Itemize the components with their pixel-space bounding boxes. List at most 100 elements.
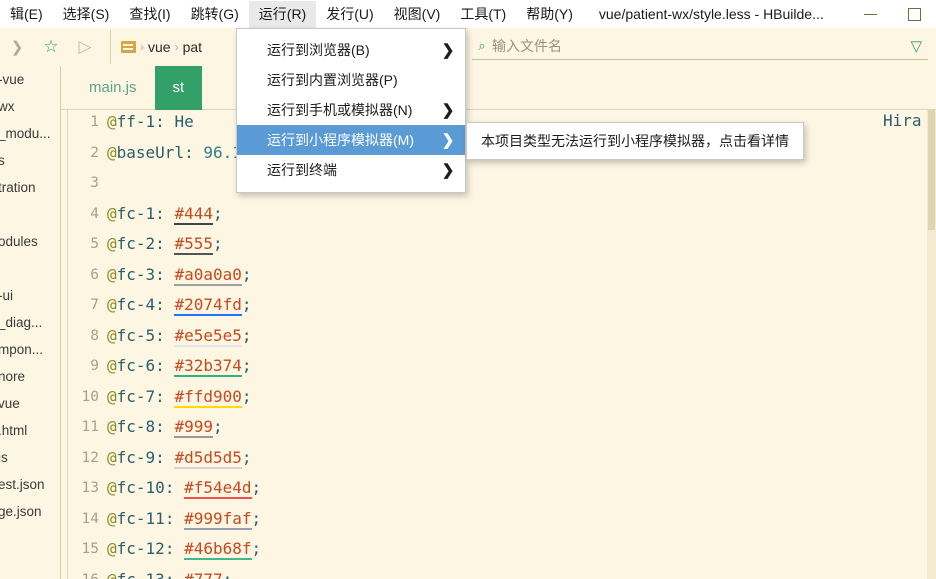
window-controls bbox=[848, 0, 936, 28]
tree-item-11[interactable]: nore bbox=[0, 363, 60, 390]
code-line-5: @fc-2: #555; bbox=[107, 234, 223, 255]
code-value: #999faf bbox=[184, 508, 252, 530]
code-semicolon: ; bbox=[222, 569, 233, 579]
play-circle-icon[interactable]: ▷ bbox=[68, 30, 102, 64]
run-menu-dropdown[interactable]: 运行到浏览器(B) ❯ 运行到内置浏览器(P) 运行到手机或模拟器(N) ❯ 运行到小程序… bbox=[236, 28, 466, 193]
tree-item-16[interactable]: ge.json bbox=[0, 498, 60, 525]
editor-tab-1[interactable]: st bbox=[154, 65, 203, 110]
tree-item-10[interactable]: mpon... bbox=[0, 336, 60, 363]
minimize-button[interactable] bbox=[848, 0, 892, 28]
code-line-16: @fc-13: #777; bbox=[107, 569, 233, 579]
hbuilderx-window: 辑(E) 选择(S) 查找(I) 跳转(G) 运行(R) 发行(U) 视图(V) 工具(T) 帮… bbox=[0, 0, 936, 579]
code-line-1: @ff-1: He bbox=[107, 112, 194, 131]
scrollbar-thumb[interactable] bbox=[928, 110, 935, 230]
run-menu-item-1[interactable]: 运行到内置浏览器(P) bbox=[237, 65, 465, 95]
line-number-3: 3 bbox=[90, 175, 99, 191]
code-var-name: fc-6 bbox=[116, 356, 156, 375]
tree-item-3[interactable]: s bbox=[0, 147, 60, 174]
project-tree-sidebar[interactable]: -vue wx _modu...s tration odules -ui _diag...m… bbox=[0, 66, 61, 579]
tree-item-1[interactable]: wx bbox=[0, 93, 60, 120]
tree-item-15[interactable]: est.json bbox=[0, 471, 60, 498]
title-bar: 辑(E) 选择(S) 查找(I) 跳转(G) 运行(R) 发行(U) 视图(V) 工具(T) 帮… bbox=[0, 0, 936, 28]
run-menu-item-0[interactable]: 运行到浏览器(B) ❯ bbox=[237, 35, 465, 65]
code-value: #ffd900 bbox=[174, 386, 242, 408]
run-menu-item-4[interactable]: 运行到终端 ❯ bbox=[237, 155, 465, 185]
tree-item-0[interactable]: -vue bbox=[0, 66, 60, 93]
line-number-1: 1 bbox=[90, 114, 99, 130]
tree-item-13[interactable]: .html bbox=[0, 417, 60, 444]
code-line-11: @fc-8: #999; bbox=[107, 417, 223, 438]
menu-item-7[interactable]: 工具(T) bbox=[450, 1, 516, 28]
menu-item-6[interactable]: 视图(V) bbox=[384, 1, 451, 28]
line-number-11: 11 bbox=[81, 419, 99, 435]
run-menu-item-2[interactable]: 运行到手机或模拟器(N) ❯ bbox=[237, 95, 465, 125]
menu-item-4[interactable]: 运行(R) bbox=[248, 0, 317, 28]
code-var-name: fc-11 bbox=[116, 508, 165, 528]
forward-icon[interactable]: ❯ bbox=[0, 30, 34, 64]
star-icon[interactable]: ☆ bbox=[34, 30, 68, 64]
code-editor[interactable]: 1@ff-1: He2@baseUrl: 96.1.9000/hospital/… bbox=[61, 110, 936, 579]
code-semicolon: ; bbox=[251, 539, 262, 558]
tree-item-label: tration bbox=[0, 180, 36, 195]
code-line-9: @fc-6: #32b374; bbox=[107, 356, 252, 377]
tree-item-2[interactable]: _modu... bbox=[0, 120, 60, 147]
code-var-name: fc-10 bbox=[116, 478, 165, 497]
code-semicolon: ; bbox=[212, 203, 223, 223]
code-line-7: @fc-4: #2074fd; bbox=[107, 295, 252, 316]
code-value: He bbox=[174, 112, 194, 131]
maximize-button[interactable] bbox=[892, 0, 936, 28]
submenu-chevron-icon: ❯ bbox=[441, 42, 455, 59]
code-var-name: baseUrl bbox=[116, 142, 185, 162]
code-semicolon: ; bbox=[241, 386, 252, 406]
line-number-7: 7 bbox=[90, 297, 99, 313]
menu-item-0[interactable]: 辑(E) bbox=[0, 1, 53, 28]
menu-item-3[interactable]: 跳转(G) bbox=[181, 1, 249, 28]
breadcrumb-item-1[interactable]: pat bbox=[183, 39, 202, 55]
code-value: #f54e4d bbox=[184, 478, 252, 499]
search-input[interactable]: ⌕ 输入文件名 ▽ bbox=[472, 32, 928, 60]
tree-item-label: ge.json bbox=[0, 504, 42, 519]
code-value: #999 bbox=[174, 417, 213, 438]
tree-item-9[interactable]: _diag... bbox=[0, 309, 60, 336]
code-var-name: fc-3 bbox=[116, 264, 156, 284]
code-var-name: fc-2 bbox=[116, 234, 156, 253]
tree-item-8[interactable]: -ui bbox=[0, 282, 60, 309]
line-number-12: 12 bbox=[81, 449, 99, 466]
tree-item-12[interactable]: vue bbox=[0, 390, 60, 417]
folder-icon bbox=[121, 41, 136, 53]
window-title: vue/patient-wx/style.less - HBuilde... bbox=[598, 6, 824, 22]
tree-item-label: mpon... bbox=[0, 342, 44, 357]
tree-item-5[interactable] bbox=[0, 201, 60, 228]
code-semicolon: ; bbox=[251, 508, 262, 528]
editor-tab-0[interactable]: main.js bbox=[71, 66, 155, 110]
tree-item-6[interactable]: odules bbox=[0, 228, 60, 255]
tree-item-4[interactable]: tration bbox=[0, 174, 60, 201]
menu-item-5[interactable]: 发行(U) bbox=[316, 1, 383, 28]
run-menu-item-3[interactable]: 运行到小程序模拟器(M) ❯ bbox=[237, 125, 465, 155]
menu-item-8[interactable]: 帮助(Y) bbox=[516, 1, 583, 28]
run-menu-item-label: 运行到小程序模拟器(M) bbox=[267, 132, 414, 148]
minimize-icon bbox=[863, 13, 877, 15]
line-number-15: 15 bbox=[81, 541, 99, 557]
code-var-name: fc-1 bbox=[116, 203, 156, 223]
code-var-name: ff-1 bbox=[116, 112, 156, 131]
code-semicolon: ; bbox=[241, 295, 252, 314]
breadcrumb-item-0[interactable]: vue bbox=[148, 39, 171, 55]
code-var-name: fc-5 bbox=[116, 325, 156, 345]
maximize-icon bbox=[907, 7, 921, 21]
filter-icon[interactable]: ▽ bbox=[910, 37, 928, 55]
menu-item-1[interactable]: 选择(S) bbox=[53, 1, 120, 28]
tree-item-7[interactable] bbox=[0, 255, 60, 282]
line-number-6: 6 bbox=[90, 266, 99, 283]
code-semicolon: ; bbox=[251, 478, 262, 497]
search-placeholder: 输入文件名 bbox=[492, 37, 562, 54]
editor-tab-bar: main.js st bbox=[61, 65, 936, 110]
line-number-13: 13 bbox=[81, 480, 99, 496]
tree-item-14[interactable]: js bbox=[0, 444, 60, 471]
vertical-scrollbar[interactable] bbox=[927, 110, 936, 579]
code-line-12: @fc-9: #d5d5d5; bbox=[107, 447, 252, 469]
tree-item-label: _diag... bbox=[0, 315, 43, 330]
menu-item-2[interactable]: 查找(I) bbox=[119, 1, 180, 28]
code-semicolon: ; bbox=[212, 417, 223, 436]
run-menu-item-label: 运行到终端 bbox=[267, 162, 337, 178]
